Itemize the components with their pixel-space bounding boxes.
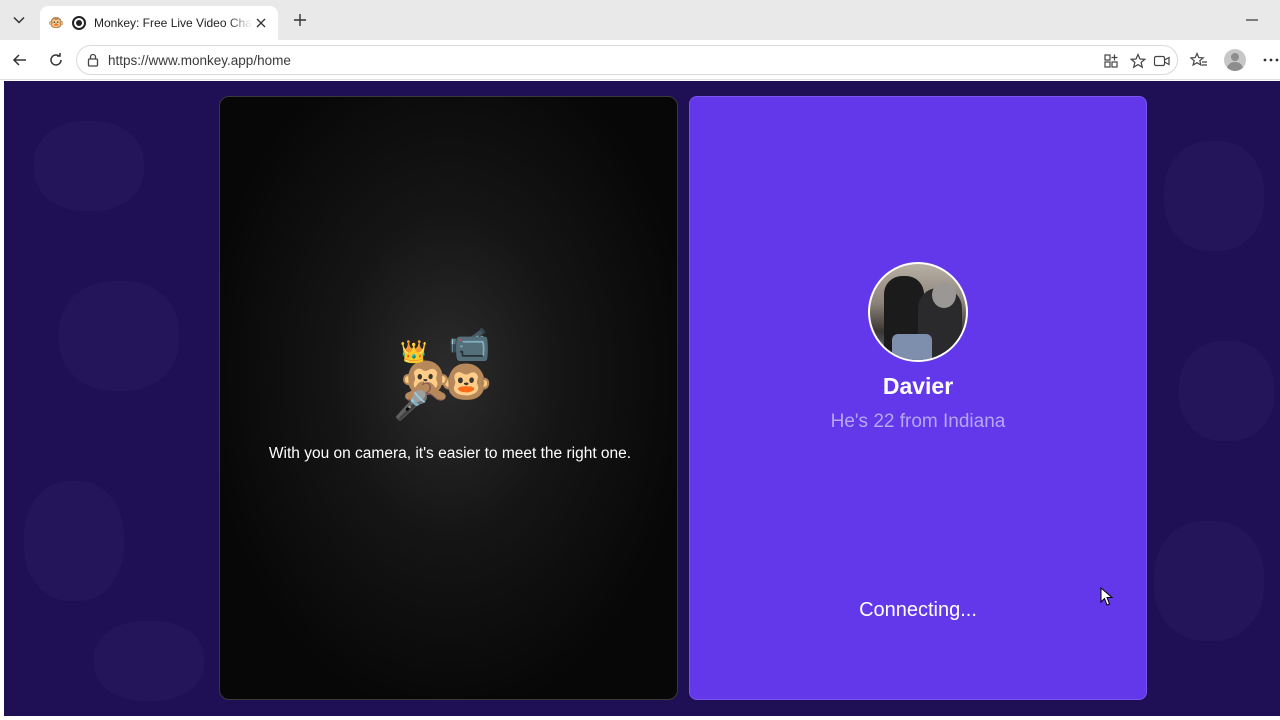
more-icon[interactable] [1259, 48, 1280, 72]
minimize-icon[interactable] [1240, 12, 1264, 28]
background-shape [24, 481, 124, 601]
background-shape [59, 281, 179, 391]
monkey-favicon-icon: 🐵 [48, 15, 65, 30]
video-icon[interactable] [1152, 51, 1172, 71]
tab-monkey[interactable]: 🐵 Monkey: Free Live Video Chat [40, 6, 278, 40]
background-shape [34, 121, 144, 211]
self-camera-panel: 📹 🐵 🙊 👑 🎤 With you on camera, it's easie… [219, 96, 678, 700]
background-shape [1164, 141, 1264, 251]
url-text[interactable]: https://www.monkey.app/home [108, 53, 291, 68]
connection-status: Connecting... [859, 599, 977, 621]
match-avatar[interactable] [868, 262, 968, 362]
background-shape [1154, 521, 1264, 641]
match-name: Davier [882, 373, 954, 399]
background-shape [94, 621, 204, 701]
favorites-icon[interactable] [1187, 48, 1211, 72]
address-bar[interactable]: https://www.monkey.app/home [76, 45, 1178, 75]
tab-strip: 🐵 Monkey: Free Live Video Chat [0, 0, 1280, 40]
microphone-icon: 🎤 [394, 390, 429, 421]
monkey-emoji-illustration: 📹 🐵 🙊 👑 🎤 [394, 325, 502, 425]
crown-icon: 👑 [400, 339, 428, 364]
match-panel: Davier He's 22 from Indiana Connecting..… [689, 96, 1147, 700]
background-shape [1179, 341, 1274, 441]
tab-title: Monkey: Free Live Video Chat [94, 16, 252, 30]
favorite-star-icon[interactable] [1128, 51, 1148, 71]
back-icon[interactable] [8, 48, 32, 72]
new-tab-icon[interactable] [288, 8, 312, 32]
mouse-cursor-icon [1100, 586, 1114, 612]
app-available-icon[interactable] [1101, 51, 1121, 71]
lock-icon[interactable] [86, 53, 100, 72]
match-subtitle: He's 22 from Indiana [830, 411, 1006, 432]
refresh-icon[interactable] [44, 48, 68, 72]
profile-icon[interactable] [1224, 49, 1246, 71]
camera-prompt-text: With you on camera, it's easier to meet … [268, 445, 632, 462]
monkey-page: 📹 🐵 🙊 👑 🎤 With you on camera, it's easie… [4, 81, 1280, 716]
close-icon[interactable] [252, 14, 270, 32]
browser-toolbar: https://www.monkey.app/home [0, 40, 1280, 80]
tab-list-icon[interactable] [6, 7, 32, 33]
recording-icon [72, 16, 86, 30]
